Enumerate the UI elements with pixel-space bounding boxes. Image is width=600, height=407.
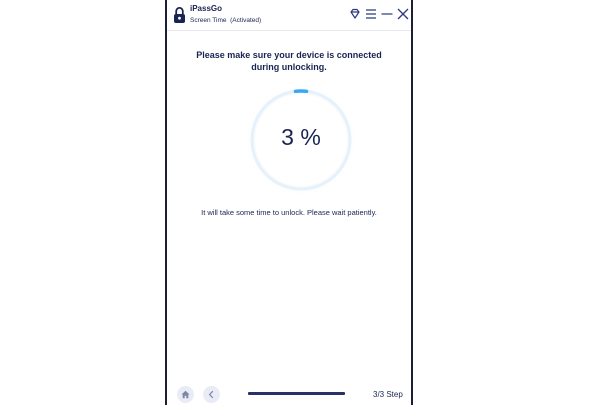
lock-icon [174, 7, 185, 23]
diamond-icon[interactable] [348, 7, 362, 21]
menu-icon[interactable] [364, 7, 378, 21]
home-icon [181, 390, 190, 399]
wait-message: It will take some time to unlock. Please… [201, 208, 377, 217]
progress-percent: 3 % [281, 124, 321, 150]
screen: iPassGo Screen Time (Activated) Please m… [0, 0, 600, 407]
connection-notice-line2: during unlocking. [251, 62, 327, 72]
step-progress-bar [248, 392, 345, 395]
connection-notice-line1: Please make sure your device is connecte… [196, 50, 382, 60]
minimize-icon[interactable] [380, 7, 394, 21]
app-name: iPassGo [190, 4, 223, 13]
step-indicator: 3/3 Step [373, 390, 403, 399]
title-bar: iPassGo Screen Time (Activated) [167, 0, 411, 31]
progress-ring: 3 % [243, 82, 359, 198]
back-button[interactable] [203, 386, 220, 403]
close-icon[interactable] [396, 7, 410, 21]
app-mode-status: Screen Time (Activated) [190, 17, 262, 24]
connection-notice: Please make sure your device is connecte… [167, 49, 411, 73]
app-window: iPassGo Screen Time (Activated) Please m… [165, 0, 413, 405]
home-button[interactable] [177, 386, 194, 403]
chevron-left-icon [208, 390, 214, 399]
